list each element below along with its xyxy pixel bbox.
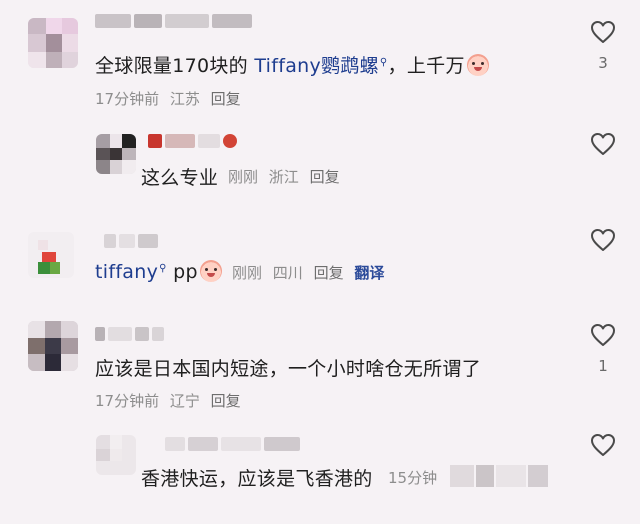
timestamp: 17分钟前 [95,392,160,410]
comment-meta: 15分钟 [388,467,443,488]
comment-text: tiffany⚲ pp [95,260,222,283]
username-blurred[interactable] [95,14,252,28]
timestamp: 15分钟 [388,469,438,487]
crying-face-emoji [466,54,489,76]
avatar[interactable] [28,18,78,68]
heart-icon[interactable] [590,323,616,347]
comment-meta: 刚刚 四川 回复 翻译 [232,262,390,283]
location: 浙江 [268,168,299,186]
avatar[interactable] [96,435,136,475]
comment-item: tiffany⚲ pp 刚刚 四川 回复 翻译 [0,220,640,315]
comment-item: 香港快运，应该是飞香港的 15分钟 [0,425,640,524]
comment-item: 这么专业 刚刚 浙江 回复 [0,120,640,220]
comment-item: 全球限量170块的 Tiffany鹦鹉螺⚲，上千万 17分钟前 江苏 回复 3 [0,0,640,120]
comment-text: 全球限量170块的 Tiffany鹦鹉螺⚲，上千万 [95,51,489,78]
heart-icon[interactable] [590,433,616,457]
like-count: 1 [598,357,608,375]
comment-text: 香港快运，应该是飞香港的 [141,468,373,490]
product-link[interactable]: Tiffany鹦鹉螺⚲ [254,55,387,77]
location: 四川 [272,264,303,282]
avatar[interactable] [28,232,74,278]
like-count: 3 [598,54,608,72]
username-blurred[interactable] [148,134,237,148]
reply-button[interactable]: 回复 [211,392,241,410]
blurred-region [450,465,548,487]
search-icon: ⚲ [159,263,167,274]
comment-text: 这么专业 [141,167,219,189]
comment-meta: 刚刚 浙江 回复 [228,166,346,187]
timestamp: 刚刚 [232,264,263,282]
timestamp: 17分钟前 [95,90,160,108]
reply-button[interactable]: 回复 [314,264,344,282]
comment-text: 应该是日本国内短途，一个小时啥仓无所谓了 [95,358,482,380]
heart-icon[interactable] [590,20,616,44]
username-blurred[interactable] [95,327,164,341]
comment-meta: 17分钟前 江苏 回复 [95,88,247,109]
search-icon: ⚲ [379,57,388,68]
location: 江苏 [169,90,200,108]
reply-button[interactable]: 回复 [310,168,340,186]
heart-icon[interactable] [590,132,616,156]
peach-face-emoji [199,260,222,282]
reply-button[interactable]: 回复 [211,90,241,108]
comment-meta: 17分钟前 辽宁 回复 [95,390,247,411]
avatar[interactable] [28,321,78,371]
location: 辽宁 [169,392,200,410]
avatar[interactable] [96,134,136,174]
heart-icon[interactable] [590,228,616,252]
translate-button[interactable]: 翻译 [354,264,384,282]
username-blurred[interactable] [165,437,300,451]
username-blurred[interactable] [104,234,158,248]
product-link[interactable]: tiffany⚲ [95,261,167,283]
comment-item: 应该是日本国内短途，一个小时啥仓无所谓了 17分钟前 辽宁 回复 1 [0,315,640,425]
timestamp: 刚刚 [228,168,259,186]
